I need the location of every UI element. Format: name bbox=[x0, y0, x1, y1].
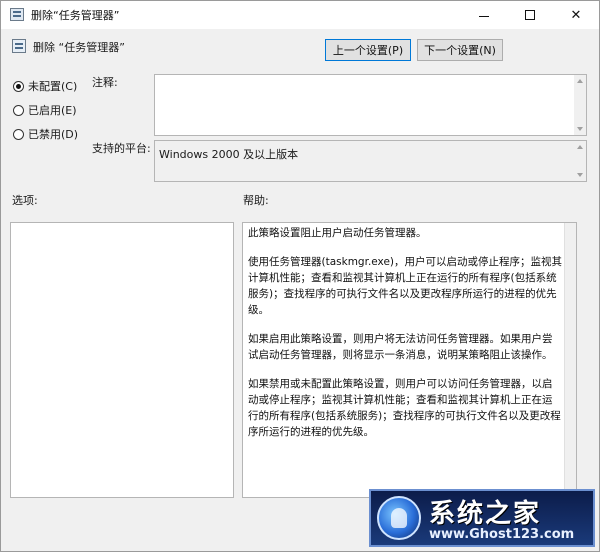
policy-title: 删除 “任务管理器” bbox=[33, 41, 125, 54]
maximize-button[interactable] bbox=[507, 1, 553, 29]
watermark-url: www.Ghost123.com bbox=[429, 527, 575, 542]
next-setting-button[interactable]: 下一个设置(N) bbox=[417, 39, 503, 61]
minimize-button[interactable] bbox=[461, 1, 507, 29]
platform-value: Windows 2000 及以上版本 bbox=[159, 148, 299, 161]
radio-label: 未配置(C) bbox=[28, 80, 78, 93]
help-paragraph: 如果禁用或未配置此策略设置，则用户可以访问任务管理器，以启动或停止程序；监视其计… bbox=[248, 378, 561, 438]
minimize-icon bbox=[479, 15, 489, 17]
comment-field[interactable] bbox=[154, 74, 587, 136]
options-panel bbox=[10, 222, 234, 498]
policy-editor-window: 删除“任务管理器” ✕ 删除 “任务管理器” 上一个设置(P) 下一个设置(N)… bbox=[0, 0, 600, 552]
help-text: 此策略设置阻止用户启动任务管理器。 使用任务管理器(taskmgr.exe)，用… bbox=[248, 225, 562, 453]
policy-icon bbox=[10, 8, 24, 21]
radio-button[interactable] bbox=[13, 104, 24, 116]
help-label: 帮助: bbox=[243, 194, 269, 207]
platform-label: 支持的平台: bbox=[92, 142, 151, 155]
scroll-down-icon[interactable] bbox=[577, 127, 583, 131]
platform-field: Windows 2000 及以上版本 bbox=[154, 140, 587, 182]
watermark-logo: 系统之家 www.Ghost123.com bbox=[369, 489, 595, 547]
help-paragraph: 如果启用此策略设置，则用户将无法访问任务管理器。如果用户尝试启动任务管理器，则将… bbox=[248, 333, 553, 361]
help-panel: 此策略设置阻止用户启动任务管理器。 使用任务管理器(taskmgr.exe)，用… bbox=[242, 222, 577, 498]
radio-label: 已启用(E) bbox=[28, 104, 77, 117]
help-paragraph: 此策略设置阻止用户启动任务管理器。 bbox=[248, 227, 427, 239]
previous-setting-button[interactable]: 上一个设置(P) bbox=[325, 39, 411, 61]
help-scrollbar[interactable] bbox=[564, 223, 576, 497]
globe-icon bbox=[377, 496, 421, 540]
radio-label: 已禁用(D) bbox=[28, 128, 79, 141]
scroll-down-icon[interactable] bbox=[577, 173, 583, 177]
comment-label: 注释: bbox=[92, 76, 118, 89]
scroll-up-icon[interactable] bbox=[577, 79, 583, 83]
radio-enabled[interactable]: 已启用(E) bbox=[13, 102, 77, 118]
watermark-title: 系统之家 bbox=[429, 499, 542, 529]
close-icon: ✕ bbox=[570, 7, 582, 23]
radio-button[interactable] bbox=[13, 128, 24, 140]
radio-not-configured[interactable]: 未配置(C) bbox=[13, 78, 77, 94]
policy-header-icon bbox=[12, 39, 26, 53]
platform-scrollbar[interactable] bbox=[574, 141, 586, 181]
title-bar: 删除“任务管理器” ✕ bbox=[1, 1, 599, 29]
help-paragraph: 使用任务管理器(taskmgr.exe)，用户可以启动或停止程序；监视其计算机性… bbox=[248, 256, 563, 316]
scroll-up-icon[interactable] bbox=[577, 145, 583, 149]
comment-scrollbar[interactable] bbox=[574, 75, 586, 135]
window-title: 删除“任务管理器” bbox=[31, 9, 120, 22]
options-label: 选项: bbox=[12, 194, 38, 207]
close-button[interactable]: ✕ bbox=[553, 1, 599, 29]
radio-button[interactable] bbox=[13, 80, 24, 92]
radio-disabled[interactable]: 已禁用(D) bbox=[13, 126, 78, 142]
maximize-icon bbox=[525, 10, 535, 20]
